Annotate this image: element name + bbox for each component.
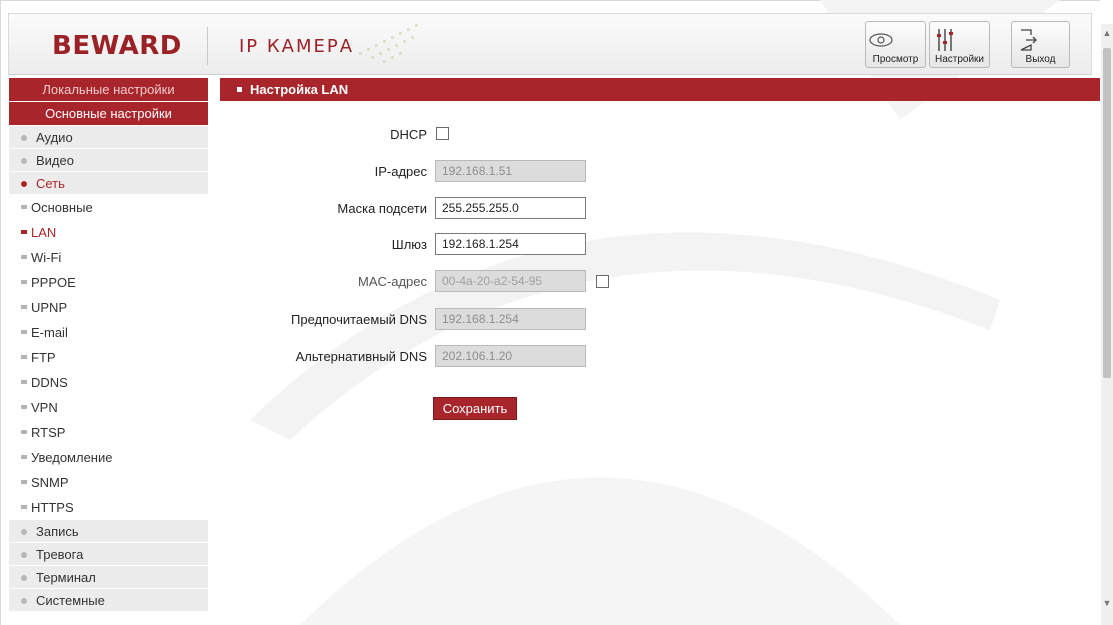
- sidebar-sub-label: E-mail: [31, 325, 68, 340]
- bullet-icon: [21, 305, 27, 309]
- product-decoration: [359, 24, 418, 63]
- exit-button-label: Выход: [1025, 54, 1056, 65]
- sidebar-sub-ddns[interactable]: DDNS: [9, 370, 208, 395]
- sidebar-sub-label: HTTPS: [31, 500, 74, 515]
- sidebar-item-label: Тревога: [36, 547, 84, 562]
- sidebar-sub-label: DDNS: [31, 375, 68, 390]
- preferred-dns-label: Предпочитаемый DNS: [291, 312, 427, 327]
- sidebar-item-audio[interactable]: Аудио: [9, 126, 208, 149]
- sidebar-sub-label: LAN: [31, 225, 57, 240]
- sidebar-item-terminal[interactable]: Терминал: [9, 566, 208, 589]
- preferred-dns-field[interactable]: 192.168.1.254: [435, 308, 586, 330]
- header-divider: [207, 27, 208, 65]
- sidebar-local-settings[interactable]: Локальные настройки: [9, 78, 208, 101]
- sidebar-item-system[interactable]: Системные: [9, 589, 208, 612]
- bullet-icon: [21, 181, 27, 187]
- sidebar-item-label: Системные: [36, 593, 105, 608]
- gateway-field[interactable]: 192.168.1.254: [435, 233, 586, 255]
- settings-button[interactable]: Настройки: [929, 21, 990, 68]
- gateway-label: Шлюз: [391, 237, 427, 252]
- sidebar-sub-ftp[interactable]: FTP: [9, 345, 208, 370]
- sidebar-item-label: Аудио: [36, 130, 73, 145]
- mac-address-label: MAC-адрес: [358, 274, 427, 289]
- dhcp-label: DHCP: [390, 127, 427, 142]
- sidebar-sub-label: SNMP: [31, 475, 69, 490]
- bullet-icon: [237, 87, 242, 92]
- bullet-icon: [21, 230, 27, 234]
- sidebar-sub-wifi[interactable]: Wi-Fi: [9, 245, 208, 270]
- scroll-up-icon[interactable]: ▲: [1102, 28, 1112, 38]
- brand-logo: BEWARD: [52, 31, 182, 61]
- sidebar-sub-label: PPPOE: [31, 275, 76, 290]
- bullet-icon: [21, 158, 27, 164]
- panel-title-text: Настройка LAN: [250, 82, 349, 97]
- sidebar-item-label: Запись: [36, 524, 79, 539]
- ip-label: IP-адрес: [374, 164, 427, 179]
- header-bar: BEWARD IP КАМЕРА Просмотр Настройки Выхо…: [8, 13, 1092, 75]
- sidebar-sub-label: RTSP: [31, 425, 66, 440]
- view-button-label: Просмотр: [872, 54, 919, 65]
- sidebar-sub-upnp[interactable]: UPNP: [9, 295, 208, 320]
- bullet-icon: [21, 552, 27, 558]
- sidebar-item-label: Сеть: [36, 176, 65, 191]
- sidebar-sub-pppoe[interactable]: PPPOE: [9, 270, 208, 295]
- dhcp-checkbox[interactable]: [436, 127, 449, 140]
- sidebar-item-label: Видео: [36, 153, 74, 168]
- subnet-mask-label: Маска подсети: [337, 201, 427, 216]
- sidebar-sub-label: Уведомление: [31, 450, 113, 465]
- bullet-icon: [21, 455, 27, 459]
- scroll-down-icon[interactable]: ▼: [1102, 598, 1112, 608]
- sidebar-sub-email[interactable]: E-mail: [9, 320, 208, 345]
- subnet-mask-field[interactable]: 255.255.255.0: [435, 197, 586, 219]
- bullet-icon: [21, 280, 27, 284]
- sidebar-sub-label: UPNP: [31, 300, 68, 315]
- scroll-thumb[interactable]: [1103, 48, 1111, 378]
- bullet-icon: [21, 505, 27, 509]
- bullet-icon: [21, 529, 27, 535]
- sidebar-item-video[interactable]: Видео: [9, 149, 208, 172]
- sidebar-sub-vpn[interactable]: VPN: [9, 395, 208, 420]
- settings-button-label: Настройки: [934, 54, 985, 65]
- bullet-icon: [21, 205, 27, 209]
- sidebar-sub-lan[interactable]: LAN: [9, 220, 208, 245]
- bullet-icon: [21, 480, 27, 484]
- eye-icon: [869, 33, 893, 47]
- bullet-icon: [21, 135, 27, 141]
- view-button[interactable]: Просмотр: [865, 21, 926, 68]
- logout-icon: [1020, 29, 1037, 51]
- product-title: IP КАМЕРА: [239, 36, 355, 57]
- mac-address-field[interactable]: 00-4a-20-a2-54-95: [435, 270, 586, 292]
- sidebar-sub-notification[interactable]: Уведомление: [9, 445, 208, 470]
- bullet-icon: [21, 405, 27, 409]
- bullet-icon: [21, 380, 27, 384]
- sidebar-sub-rtsp[interactable]: RTSP: [9, 420, 208, 445]
- sidebar-item-alarm[interactable]: Тревога: [9, 543, 208, 566]
- alternate-dns-label: Альтернативный DNS: [295, 349, 427, 364]
- sidebar-sub-https[interactable]: HTTPS: [9, 495, 208, 520]
- mac-checkbox[interactable]: [596, 275, 609, 288]
- sliders-icon: [937, 29, 953, 51]
- sidebar-sub-label: Wi-Fi: [31, 250, 62, 265]
- sidebar-item-record[interactable]: Запись: [9, 520, 208, 543]
- sidebar-sub-label: Основные: [31, 200, 93, 215]
- bullet-icon: [21, 598, 27, 604]
- bullet-icon: [21, 255, 27, 259]
- bullet-icon: [21, 575, 27, 581]
- sidebar-sub-label: VPN: [31, 400, 58, 415]
- sidebar-sub-basic[interactable]: Основные: [9, 195, 208, 220]
- bullet-icon: [21, 330, 27, 334]
- ip-address-field[interactable]: 192.168.1.51: [435, 160, 586, 182]
- sidebar: Локальные настройки Основные настройки А…: [9, 78, 208, 612]
- save-button[interactable]: Сохранить: [433, 397, 517, 420]
- bullet-icon: [21, 430, 27, 434]
- panel-title: Настройка LAN: [220, 78, 1100, 101]
- exit-button[interactable]: Выход: [1011, 21, 1070, 68]
- alternate-dns-field[interactable]: 202.106.1.20: [435, 345, 586, 367]
- sidebar-sub-label: FTP: [31, 350, 56, 365]
- sidebar-item-network[interactable]: Сеть: [9, 172, 208, 195]
- bullet-icon: [21, 355, 27, 359]
- sidebar-item-label: Терминал: [36, 570, 96, 585]
- sidebar-sub-snmp[interactable]: SNMP: [9, 470, 208, 495]
- sidebar-basic-settings[interactable]: Основные настройки: [9, 102, 208, 125]
